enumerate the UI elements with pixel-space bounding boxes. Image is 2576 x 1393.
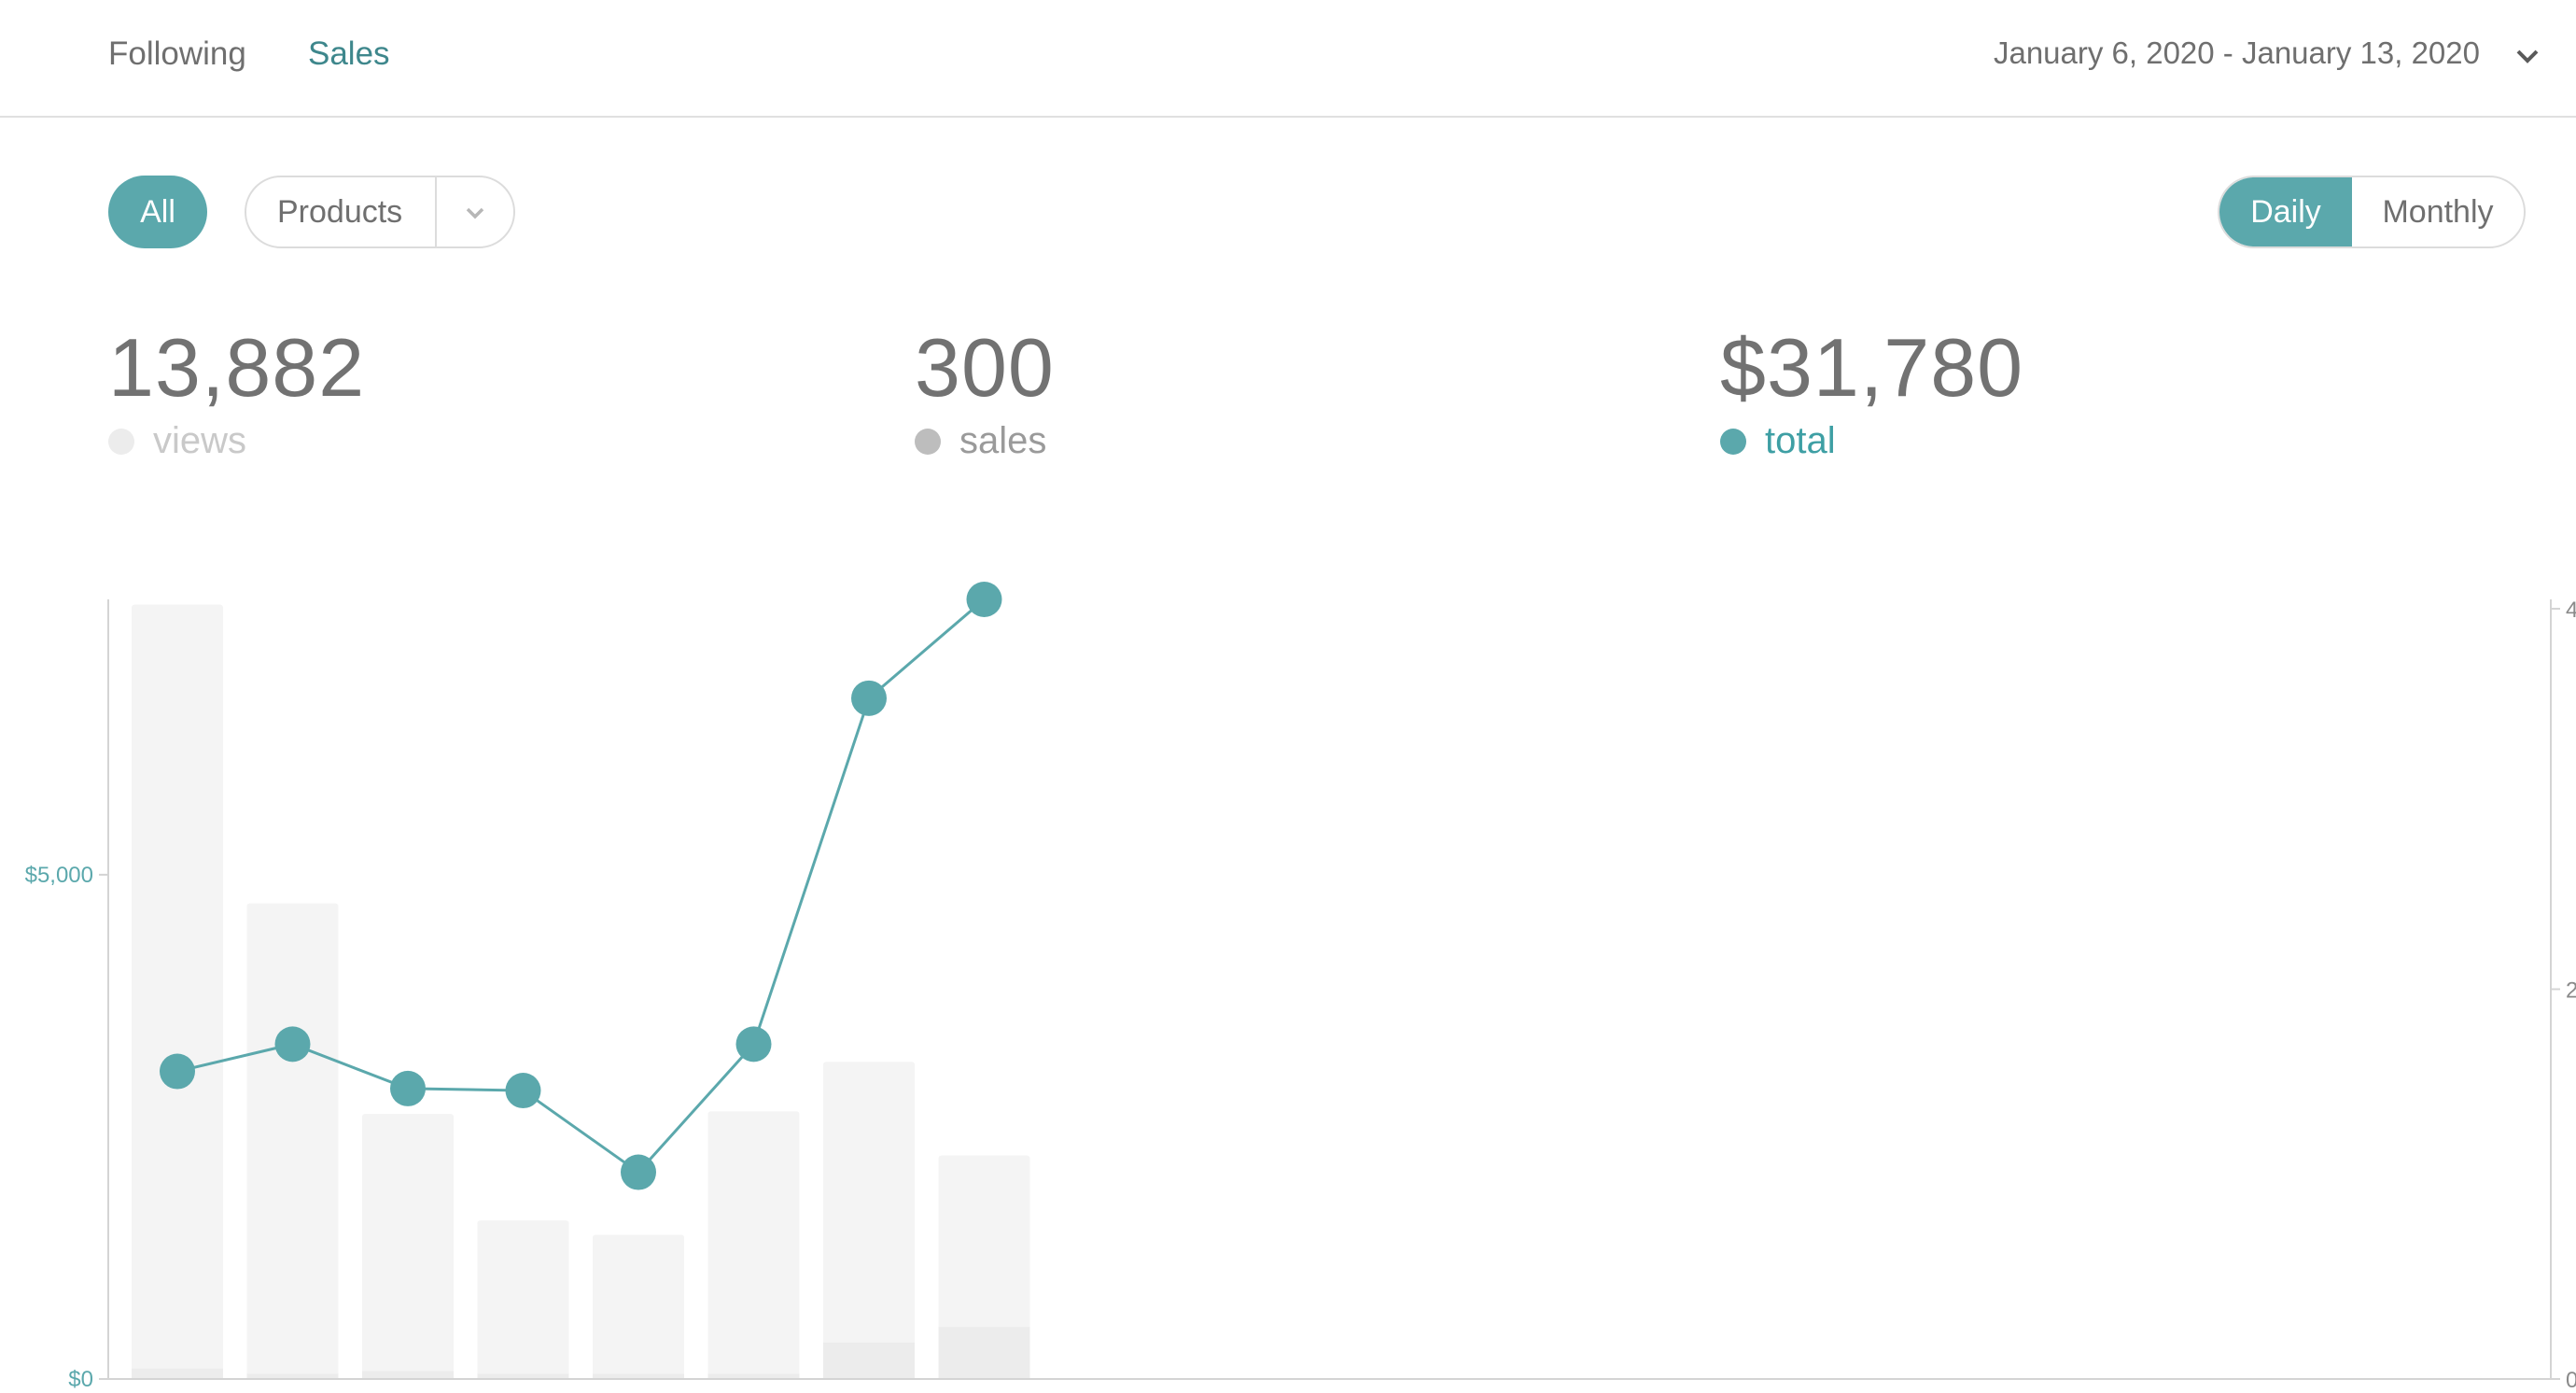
sales-bar — [938, 1327, 1030, 1379]
date-range-selector[interactable]: January 6, 2020 - January 13, 2020 — [1994, 35, 2480, 71]
sales-bar — [362, 1371, 454, 1379]
top-nav-bar: Following Sales January 6, 2020 - Januar… — [0, 0, 2576, 118]
right-axis-tick-label: 2 — [2566, 978, 2576, 1004]
sales-bar — [823, 1343, 915, 1379]
total-data-point[interactable] — [735, 1026, 772, 1062]
left-axis-tick-label: $0 — [68, 1367, 93, 1392]
total-label: total — [1765, 420, 1836, 461]
views-stat: 13,882 views — [108, 327, 365, 462]
nav-sales-link[interactable]: Sales — [308, 35, 390, 73]
views-bar — [707, 1111, 800, 1379]
nav-following-link[interactable]: Following — [108, 35, 246, 73]
chevron-down-icon[interactable] — [2513, 45, 2542, 67]
total-data-point[interactable] — [966, 582, 1002, 617]
total-stat: $31,780 total — [1720, 327, 2023, 462]
right-axis-tick-label: 4 — [2566, 598, 2576, 623]
sales-legend-dot — [915, 428, 941, 455]
sales-label: sales — [959, 420, 1047, 461]
views-bar — [362, 1114, 454, 1379]
right-axis-tick-label: 0 — [2566, 1368, 2576, 1393]
filter-all-button[interactable]: All — [108, 176, 207, 248]
total-data-point[interactable] — [390, 1070, 426, 1106]
monthly-toggle-button[interactable]: Monthly — [2352, 177, 2524, 246]
views-count: 13,882 — [108, 321, 366, 414]
total-data-point[interactable] — [851, 680, 887, 716]
daily-toggle-button[interactable]: Daily — [2219, 177, 2352, 246]
views-bar — [132, 604, 223, 1379]
total-data-point[interactable] — [274, 1026, 311, 1062]
period-toggle: Daily Monthly — [2218, 176, 2526, 248]
total-data-point[interactable] — [505, 1073, 541, 1109]
chevron-down-icon[interactable] — [463, 201, 487, 225]
sales-chart: $0 $5,000 0 2 4 — [25, 582, 2576, 1393]
views-bar — [823, 1062, 915, 1379]
sales-stat: 300 sales — [915, 327, 1055, 462]
views-bar — [593, 1234, 684, 1379]
views-bar — [477, 1220, 569, 1379]
views-bar — [246, 903, 339, 1379]
dropdown-divider — [435, 177, 437, 246]
filter-products-dropdown[interactable]: Products — [245, 176, 515, 248]
total-legend-dot — [1720, 428, 1746, 455]
views-label: views — [153, 420, 247, 461]
sales-count: 300 — [915, 321, 1055, 414]
total-amount: $31,780 — [1720, 321, 2024, 414]
total-data-point[interactable] — [160, 1053, 195, 1090]
products-label: Products — [277, 193, 403, 230]
left-axis-tick-label: $5,000 — [25, 863, 93, 888]
total-data-point[interactable] — [621, 1154, 656, 1190]
sales-bar — [132, 1368, 223, 1379]
views-legend-dot — [108, 428, 134, 455]
